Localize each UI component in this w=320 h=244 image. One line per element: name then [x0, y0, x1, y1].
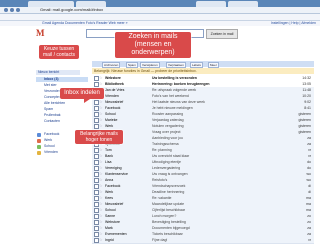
- annotation-inbox: Inbox indelen: [60, 88, 104, 99]
- account-links[interactable]: Instellingen | Help | Afmelden: [271, 21, 316, 26]
- forward-icon[interactable]: [10, 8, 14, 12]
- reload-icon[interactable]: [16, 8, 20, 12]
- browser-tab-bar: [0, 0, 320, 14]
- google-bar: Gmail Agenda Documenten Foto's Reader We…: [0, 21, 320, 26]
- address-bar[interactable]: Gmail: mail.google.com/mail/#inbox: [0, 7, 320, 14]
- nav-item[interactable]: Contacten: [36, 119, 88, 124]
- annotation-important: Belangrijke mails hoger tonen: [75, 130, 123, 144]
- window-controls[interactable]: [302, 1, 318, 14]
- label-item[interactable]: Vrienden: [36, 150, 88, 155]
- url-text[interactable]: Gmail: mail.google.com/mail/#inbox: [40, 7, 103, 13]
- mail-sender: Ingrid: [105, 238, 114, 242]
- nav-item[interactable]: Spam: [36, 107, 88, 112]
- gmail-logo-icon[interactable]: M: [36, 28, 45, 38]
- annotation-arrow: [84, 95, 90, 103]
- compose-button[interactable]: Nieuw bericht: [36, 70, 80, 75]
- mail-subject: Fijne dag!: [152, 238, 168, 242]
- nav-item[interactable]: Alle berichten: [36, 101, 88, 106]
- nav-item[interactable]: Inbox (3): [36, 77, 88, 82]
- bookmarks-bar: [0, 14, 320, 21]
- back-icon[interactable]: [4, 8, 8, 12]
- label-item[interactable]: School: [36, 144, 88, 149]
- info-banner: Belangrijk: Nieuwe functies in Gmail — p…: [92, 68, 314, 74]
- annotation-nav: Keuze tussen mail / contacts: [39, 45, 79, 59]
- star-icon[interactable]: ☆: [99, 237, 103, 243]
- mail-date: vr: [308, 238, 311, 242]
- annotation-search: Zoeken in mails (mensen en onderwerpen): [115, 32, 191, 58]
- nav-item[interactable]: Prullenbak: [36, 113, 88, 118]
- search-button[interactable]: Zoeken in mail: [206, 29, 238, 39]
- mail-toolbar: Archiveren Spam Verwijderen Verplaatsen …: [92, 61, 314, 68]
- mail-row[interactable]: ☆ Ingrid Fijne dag! vr: [92, 237, 314, 244]
- google-bar-links[interactable]: Gmail Agenda Documenten Foto's Reader We…: [42, 21, 128, 26]
